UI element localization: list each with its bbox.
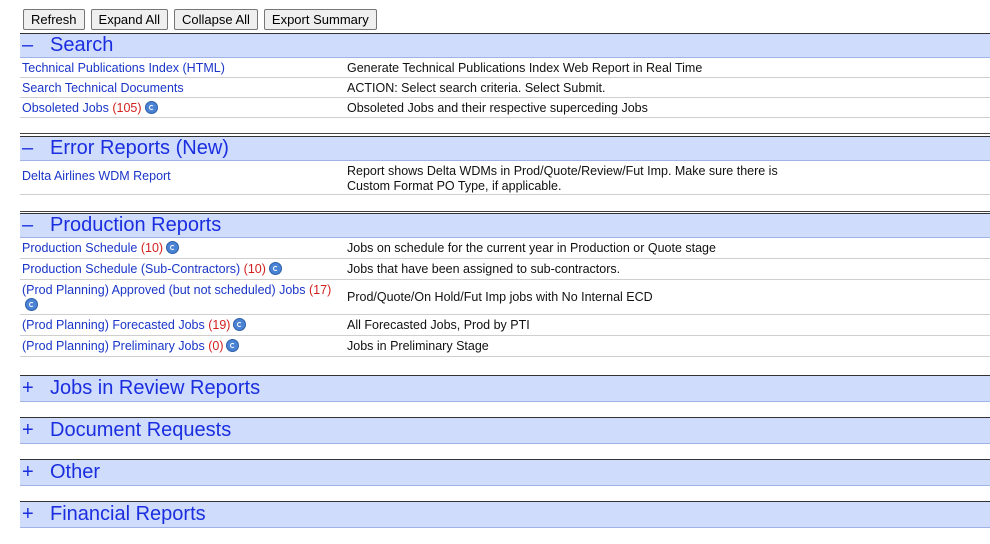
report-link[interactable]: Production Schedule (Sub-Contractors) [22,262,240,276]
report-description: Generate Technical Publications Index We… [347,61,703,75]
report-row: Obsoleted Jobs (105) Obsoleted Jobs and … [20,98,990,118]
section-document-requests: + Document Requests [20,417,990,444]
refresh-icon[interactable] [166,241,180,254]
refresh-icon[interactable] [144,101,158,114]
expand-toggle[interactable]: + [20,461,50,484]
refresh-icon[interactable] [233,318,247,331]
report-link-group: (Prod Planning) Approved (but not schedu… [22,283,332,313]
report-description: Prod/Quote/On Hold/Fut Imp jobs with No … [347,290,653,304]
section-header-production-reports[interactable]: – Production Reports [20,213,990,238]
section-other: + Other [20,459,990,486]
report-link-group: (Prod Planning) Preliminary Jobs (0) [22,339,332,354]
report-description: Jobs in Preliminary Stage [347,339,489,353]
section-header-search[interactable]: – Search [20,33,990,58]
toolbar: Refresh Expand All Collapse All Export S… [23,9,377,30]
section-error-reports: – Error Reports (New) Delta Airlines WDM… [20,136,990,212]
collapse-all-button[interactable]: Collapse All [173,9,258,30]
section-footer [20,195,990,212]
report-description: Jobs that have been assigned to sub-cont… [347,262,621,276]
refresh-icon[interactable] [25,298,38,311]
refresh-icon[interactable] [268,262,282,275]
report-link-group: Obsoleted Jobs (105) [22,101,332,116]
refresh-icon[interactable] [226,339,240,352]
report-row: Delta Airlines WDM Report Report shows D… [20,161,990,195]
section-search: – Search Technical Publications Index (H… [20,33,990,134]
section-title: Other [50,461,101,483]
report-link[interactable]: Obsoleted Jobs [22,101,109,115]
section-header-other[interactable]: + Other [20,459,990,486]
section-title: Document Requests [50,419,232,441]
section-title: Search [50,34,114,56]
report-row: Production Schedule (Sub-Contractors) (1… [20,259,990,280]
job-count: (0) [208,339,224,353]
section-title: Financial Reports [50,503,206,525]
job-count: (105) [112,101,142,115]
report-row: Production Schedule (10) Jobs on schedul… [20,238,990,259]
section-header-jobs-in-review[interactable]: + Jobs in Review Reports [20,375,990,402]
export-summary-button[interactable]: Export Summary [263,9,377,30]
section-jobs-in-review: + Jobs in Review Reports [20,375,990,402]
report-description: ACTION: Select search criteria. Select S… [347,81,606,95]
job-count: (17) [309,283,332,297]
report-link-group: Production Schedule (Sub-Contractors) (1… [22,262,332,277]
report-link[interactable]: (Prod Planning) Approved (but not schedu… [22,283,306,297]
report-link[interactable]: Technical Publications Index (HTML) [22,61,332,76]
section-title: Error Reports (New) [50,137,229,159]
report-description: Report shows Delta WDMs in Prod/Quote/Re… [347,164,778,193]
job-count: (19) [208,318,231,332]
expand-toggle[interactable]: + [20,419,50,442]
report-row: (Prod Planning) Forecasted Jobs (19) All… [20,315,990,336]
job-count: (10) [243,262,266,276]
report-link[interactable]: Delta Airlines WDM Report [22,169,332,184]
section-title: Production Reports [50,214,222,236]
job-count: (10) [140,241,164,255]
report-link-group: Production Schedule (10) [22,241,332,256]
section-footer [20,118,990,134]
expand-toggle[interactable]: + [20,503,50,526]
section-financial-reports: + Financial Reports [20,501,990,528]
section-production-reports: – Production Reports Production Schedule… [20,213,990,357]
expand-all-button[interactable]: Expand All [90,9,168,30]
report-link[interactable]: Search Technical Documents [22,81,332,96]
collapse-toggle[interactable]: – [20,214,50,237]
report-link-group: (Prod Planning) Forecasted Jobs (19) [22,318,332,333]
refresh-button[interactable]: Refresh [23,9,85,30]
section-header-error-reports[interactable]: – Error Reports (New) [20,136,990,161]
section-title: Jobs in Review Reports [50,377,261,399]
report-row: (Prod Planning) Approved (but not schedu… [20,280,990,315]
report-description: Jobs on schedule for the current year in… [347,241,716,255]
expand-toggle[interactable]: + [20,377,50,400]
report-description: Obsoleted Jobs and their respective supe… [347,101,648,115]
collapse-toggle[interactable]: – [20,137,50,160]
report-link[interactable]: (Prod Planning) Preliminary Jobs [22,339,205,353]
section-header-document-requests[interactable]: + Document Requests [20,417,990,444]
section-header-financial-reports[interactable]: + Financial Reports [20,501,990,528]
report-description: All Forecasted Jobs, Prod by PTI [347,318,530,332]
report-row: Technical Publications Index (HTML) Gene… [20,58,990,78]
collapse-toggle[interactable]: – [20,34,50,57]
report-row: Search Technical Documents ACTION: Selec… [20,78,990,98]
report-link[interactable]: (Prod Planning) Forecasted Jobs [22,318,205,332]
report-link[interactable]: Production Schedule [22,241,137,255]
report-row: (Prod Planning) Preliminary Jobs (0) Job… [20,336,990,357]
